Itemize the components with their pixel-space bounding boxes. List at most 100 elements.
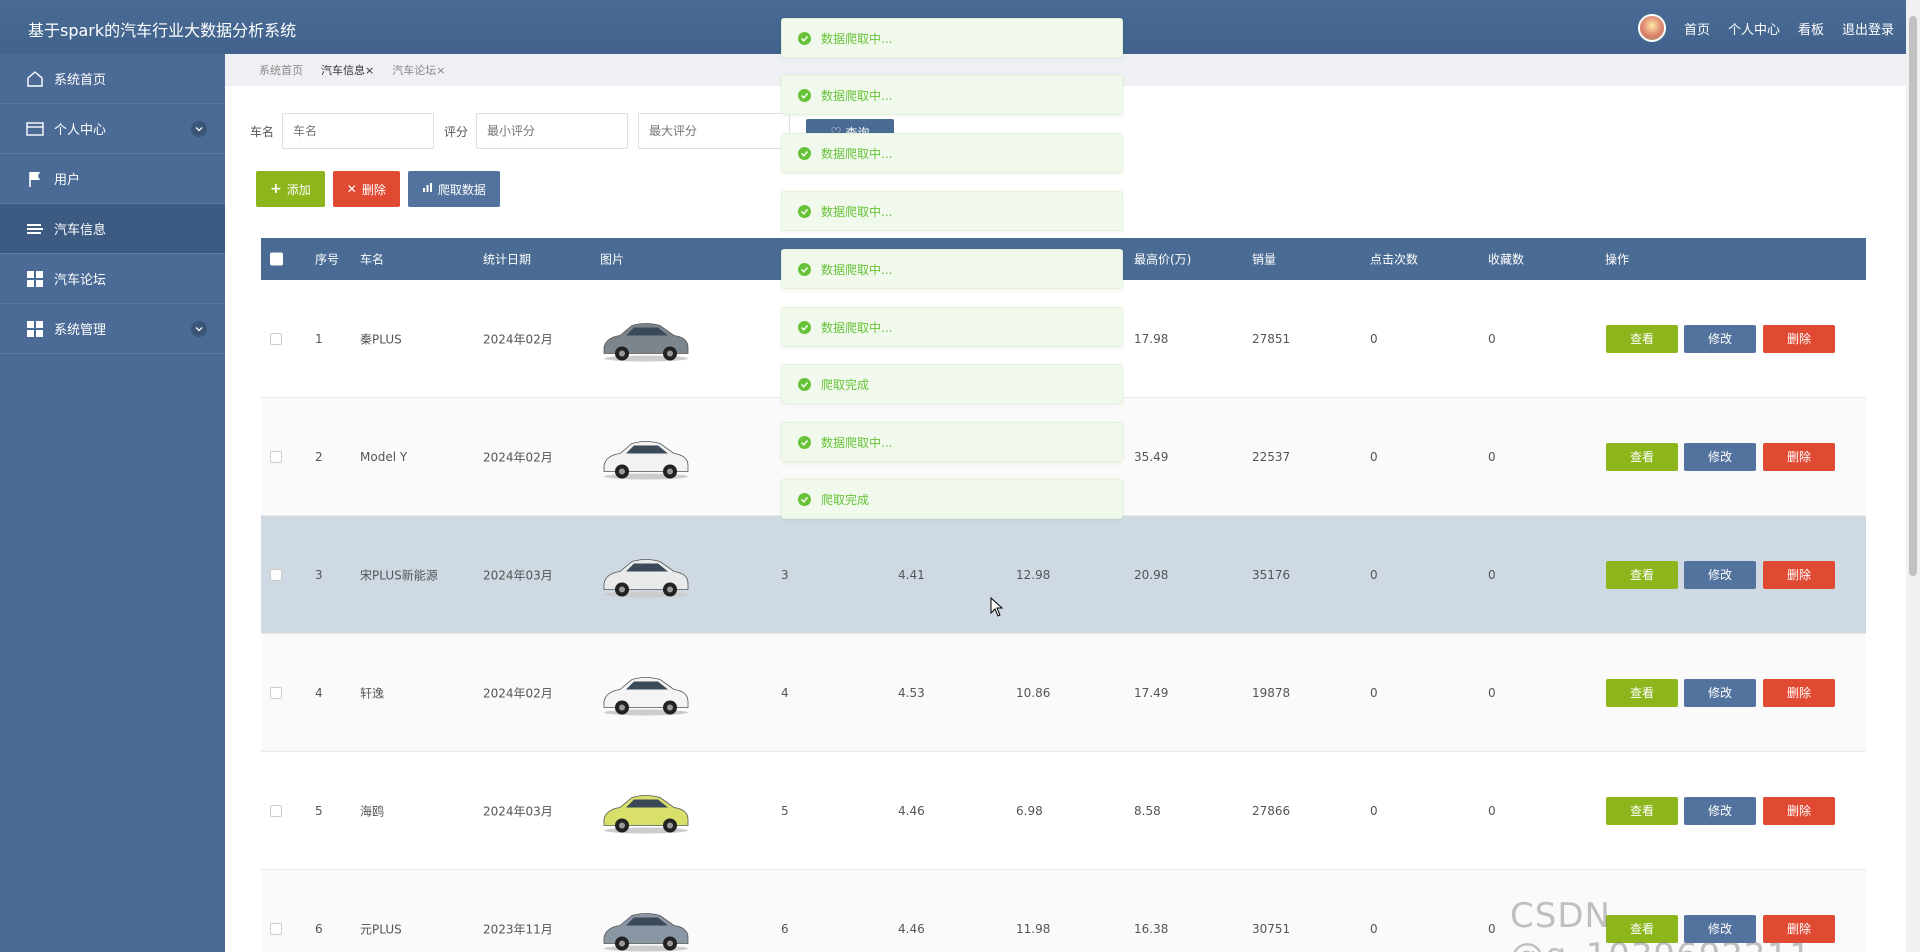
scrollbar-thumb[interactable] bbox=[1909, 16, 1917, 576]
cell-index: 6 bbox=[315, 921, 323, 936]
table-row[interactable]: 4 轩逸 2024年02月 4 4.53 10.86 17.49 19878 0 0 查看 修改 删除 bbox=[261, 634, 1866, 752]
nav-dashboard-link[interactable]: 看板 bbox=[1798, 19, 1824, 38]
card-icon bbox=[24, 118, 46, 140]
sidebar-item-label: 系统首页 bbox=[54, 73, 107, 88]
delete-row-button[interactable]: 删除 bbox=[1763, 324, 1835, 353]
check-circle-icon bbox=[798, 31, 811, 45]
grid-icon bbox=[24, 318, 46, 340]
nav-profile-link[interactable]: 个人中心 bbox=[1728, 19, 1780, 38]
edit-button[interactable]: 修改 bbox=[1684, 442, 1756, 471]
view-button[interactable]: 查看 bbox=[1606, 678, 1678, 707]
delete-row-button[interactable]: 删除 bbox=[1763, 560, 1835, 589]
notification-toast: 爬取完成 bbox=[781, 364, 1123, 404]
notification-text: 数据爬取中... bbox=[821, 435, 893, 450]
cell-sales: 19878 bbox=[1252, 685, 1291, 700]
score-label: 评分 bbox=[444, 124, 469, 139]
notification-text: 数据爬取中... bbox=[821, 146, 893, 161]
cell-max-price: 17.49 bbox=[1134, 685, 1169, 700]
row-checkbox[interactable] bbox=[270, 686, 282, 699]
sidebar-item-car-info[interactable]: 汽车信息 bbox=[0, 204, 225, 254]
notification-text: 数据爬取中... bbox=[821, 262, 893, 277]
edit-button[interactable]: 修改 bbox=[1684, 796, 1756, 825]
page-scrollbar[interactable] bbox=[1906, 0, 1920, 952]
cell-index: 3 bbox=[315, 567, 323, 582]
cell-col-4: 6 bbox=[781, 921, 789, 936]
check-circle-icon bbox=[798, 320, 811, 334]
notification-text: 数据爬取中... bbox=[821, 204, 893, 219]
delete-row-button[interactable]: 删除 bbox=[1763, 796, 1835, 825]
crawl-data-button[interactable]: 爬取数据 bbox=[407, 171, 500, 207]
view-button[interactable]: 查看 bbox=[1606, 442, 1678, 471]
header-sales: 销量 bbox=[1252, 252, 1277, 267]
tab-home[interactable]: 系统首页 bbox=[259, 62, 303, 78]
delete-button[interactable]: ✕ 删除 bbox=[332, 171, 400, 207]
notification-toast: 数据爬取中... bbox=[781, 75, 1123, 115]
delete-row-button[interactable]: 删除 bbox=[1763, 442, 1835, 471]
cell-car-name: 秦PLUS bbox=[360, 332, 402, 346]
sidebar-item-profile[interactable]: 个人中心 bbox=[0, 104, 225, 154]
row-checkbox[interactable] bbox=[270, 568, 282, 581]
tab-forum[interactable]: 汽车论坛× bbox=[392, 62, 445, 78]
cell-index: 5 bbox=[315, 803, 323, 818]
row-checkbox[interactable] bbox=[270, 804, 282, 817]
sidebar-item-system[interactable]: 系统管理 bbox=[0, 304, 225, 354]
edit-button[interactable]: 修改 bbox=[1684, 324, 1756, 353]
cell-clicks: 0 bbox=[1370, 921, 1378, 936]
sidebar-item-forum[interactable]: 汽车论坛 bbox=[0, 254, 225, 304]
cell-date: 2024年03月 bbox=[483, 804, 553, 818]
delete-row-button[interactable]: 删除 bbox=[1763, 678, 1835, 707]
cell-sales: 27851 bbox=[1252, 331, 1291, 346]
nav-logout-link[interactable]: 退出登录 bbox=[1842, 19, 1894, 38]
sidebar-item-label: 汽车论坛 bbox=[54, 273, 107, 288]
cell-sales: 35176 bbox=[1252, 567, 1291, 582]
sidebar-item-users[interactable]: 用户 bbox=[0, 154, 225, 204]
car-image bbox=[600, 429, 692, 484]
cell-max-price: 8.58 bbox=[1134, 803, 1161, 818]
notification-text: 数据爬取中... bbox=[821, 31, 893, 46]
sidebar-item-home[interactable]: 系统首页 bbox=[0, 54, 225, 104]
tab-car-info[interactable]: 汽车信息× bbox=[321, 62, 374, 78]
max-score-input[interactable] bbox=[638, 113, 791, 149]
cell-car-name: 元PLUS bbox=[360, 922, 402, 936]
cell-col-5: 4.46 bbox=[898, 803, 925, 818]
cell-date: 2024年02月 bbox=[483, 450, 553, 464]
header-operations: 操作 bbox=[1605, 252, 1630, 267]
row-checkbox[interactable] bbox=[270, 332, 282, 345]
notification-toast: 数据爬取中... bbox=[781, 191, 1123, 231]
cell-favorites: 0 bbox=[1488, 449, 1496, 464]
add-button[interactable]: + 添加 bbox=[256, 171, 325, 207]
view-button[interactable]: 查看 bbox=[1606, 560, 1678, 589]
home-icon bbox=[24, 68, 46, 90]
select-all-checkbox[interactable] bbox=[270, 252, 283, 266]
cell-index: 2 bbox=[315, 449, 323, 464]
chevron-down-icon[interactable] bbox=[191, 321, 207, 337]
cell-clicks: 0 bbox=[1370, 449, 1378, 464]
header-favorites: 收藏数 bbox=[1488, 252, 1525, 267]
sidebar-item-label: 用户 bbox=[54, 173, 81, 188]
avatar[interactable] bbox=[1637, 14, 1666, 42]
cell-clicks: 0 bbox=[1370, 685, 1378, 700]
table-row[interactable]: 5 海鸥 2024年03月 5 4.46 6.98 8.58 27866 0 0 查看 修改 删除 bbox=[261, 752, 1866, 870]
add-button-label: 添加 bbox=[286, 182, 311, 197]
close-icon: ✕ bbox=[346, 182, 357, 196]
cell-max-price: 17.98 bbox=[1134, 331, 1169, 346]
chevron-down-icon[interactable] bbox=[191, 121, 207, 137]
row-checkbox[interactable] bbox=[270, 922, 282, 935]
row-checkbox[interactable] bbox=[270, 450, 282, 463]
edit-button[interactable]: 修改 bbox=[1684, 678, 1756, 707]
cell-favorites: 0 bbox=[1488, 567, 1496, 582]
cell-date: 2024年02月 bbox=[483, 686, 553, 700]
table-row[interactable]: 3 宋PLUS新能源 2024年03月 3 4.41 12.98 20.98 35176 0 0 查… bbox=[261, 516, 1866, 634]
watermark: CSDN @q_1039692211 bbox=[1510, 896, 1811, 952]
cell-clicks: 0 bbox=[1370, 803, 1378, 818]
car-name-input[interactable] bbox=[282, 113, 435, 149]
nav-home-link[interactable]: 首页 bbox=[1684, 19, 1710, 38]
min-score-input[interactable] bbox=[476, 113, 629, 149]
view-button[interactable]: 查看 bbox=[1606, 324, 1678, 353]
cell-col-4: 3 bbox=[781, 567, 789, 582]
cell-col-6: 6.98 bbox=[1016, 803, 1043, 818]
view-button[interactable]: 查看 bbox=[1606, 796, 1678, 825]
edit-button[interactable]: 修改 bbox=[1684, 560, 1756, 589]
cell-col-4: 5 bbox=[781, 803, 789, 818]
header-max-price: 最高价(万) bbox=[1134, 252, 1192, 267]
